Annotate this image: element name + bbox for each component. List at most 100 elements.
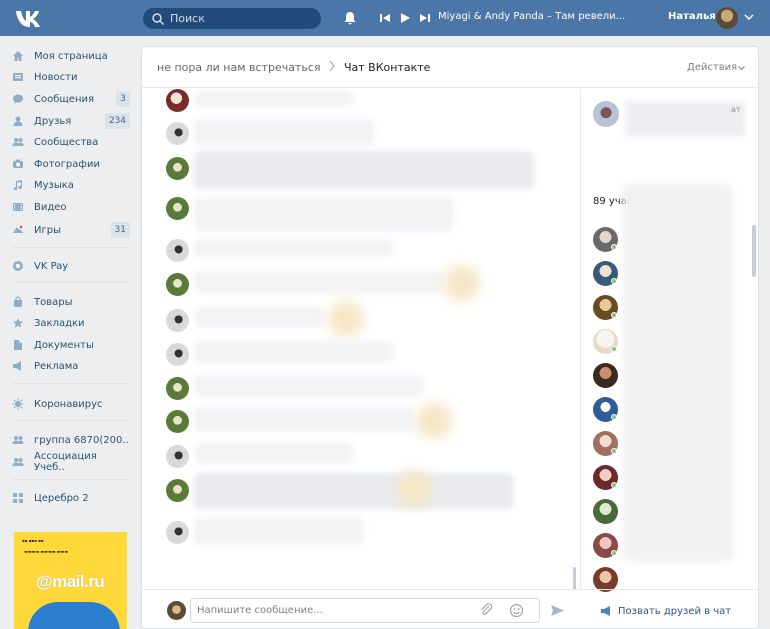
chevron-down-icon[interactable] <box>744 13 754 21</box>
vkpay-icon <box>13 261 23 271</box>
ad-slogan: ▬▬▬▬ ▬▬▬▬ ▬▬▬ <box>24 549 69 554</box>
chat-name-tail: ат <box>731 105 741 114</box>
online-indicator <box>611 550 617 556</box>
emoji-icon[interactable] <box>509 603 524 618</box>
sidebar-item-label: Коронавирус <box>34 398 103 410</box>
camera-icon <box>13 159 23 168</box>
sidebar-item-label: Документы <box>34 339 94 351</box>
online-indicator <box>611 346 617 352</box>
home-icon <box>13 51 23 61</box>
friends-icon <box>13 116 23 126</box>
video-icon <box>13 203 23 211</box>
sidebar-item-my-page[interactable]: Моя страница <box>12 47 130 65</box>
invite-friends-button[interactable]: Позвать друзей в чат <box>600 605 731 617</box>
message-avatar[interactable] <box>166 157 189 180</box>
blurred-message <box>194 443 354 463</box>
sidebar-item-communities[interactable]: Сообщества <box>12 133 130 151</box>
sidebar-divider <box>12 282 128 283</box>
chat-photo[interactable] <box>593 101 619 127</box>
games-count-badge: 31 <box>110 222 130 238</box>
sidebar-item-cerebro[interactable]: Церебро 2 <box>12 489 130 507</box>
friends-count-badge: 234 <box>104 113 130 129</box>
sidebar-item-vk-pay[interactable]: VK Pay <box>12 257 130 275</box>
message-avatar[interactable] <box>166 521 189 544</box>
member-avatar[interactable] <box>593 499 618 524</box>
actions-menu[interactable]: Действия <box>687 62 737 73</box>
user-name[interactable]: Наталья <box>668 11 716 22</box>
messages-icon <box>13 94 23 104</box>
now-playing-track[interactable]: Miyagi & Andy Panda – Там ревели... <box>438 11 625 22</box>
sidebar-item-news[interactable]: Новости <box>12 68 130 86</box>
sidebar-item-label: Ассоциация Учеб.. <box>34 451 97 473</box>
blurred-message <box>194 197 454 231</box>
sidebar-item-games[interactable]: Игры 31 <box>12 221 130 239</box>
communities-icon <box>12 138 24 146</box>
message-avatar[interactable] <box>166 239 189 262</box>
sidebar-item-music[interactable]: Музыка <box>12 176 130 194</box>
next-track-icon[interactable] <box>419 12 431 24</box>
online-indicator <box>611 278 617 284</box>
sidebar-item-association[interactable]: Ассоциация Учеб.. <box>12 451 130 473</box>
vk-logo-icon[interactable] <box>14 6 44 30</box>
notifications-bell-icon[interactable] <box>343 11 357 25</box>
message-avatar[interactable] <box>166 445 189 468</box>
sidebar-item-friends[interactable]: Друзья 234 <box>12 112 130 130</box>
sidebar-item-group-6870[interactable]: группа 6870(200.. <box>12 431 130 449</box>
breadcrumb-parent[interactable]: не пора ли нам встречаться <box>157 61 321 74</box>
message-avatar[interactable] <box>166 197 189 220</box>
play-icon[interactable] <box>399 12 411 24</box>
message-avatar[interactable] <box>166 309 189 332</box>
blurred-message <box>194 341 394 363</box>
shop-icon <box>14 296 22 307</box>
blurred-emoji <box>416 403 452 439</box>
blurred-message <box>194 407 414 431</box>
message-avatar[interactable] <box>166 273 189 296</box>
message-avatar[interactable] <box>166 377 189 400</box>
sidebar-item-label: Сообщества <box>34 136 99 148</box>
online-indicator <box>611 482 617 488</box>
sidebar-item-coronavirus[interactable]: Коронавирус <box>12 395 130 413</box>
sidebar-divider <box>12 247 128 248</box>
sidebar-item-label: Видео <box>34 201 67 213</box>
chevron-down-icon[interactable] <box>738 66 745 71</box>
message-history <box>142 89 580 589</box>
ad-brand: @mail.ru <box>36 572 105 591</box>
sidebar-item-goods[interactable]: Товары <box>12 293 130 311</box>
user-avatar[interactable] <box>716 7 738 29</box>
blurred-message <box>194 517 364 545</box>
sidebar-item-bookmarks[interactable]: Закладки <box>12 314 130 332</box>
send-icon[interactable] <box>550 603 565 618</box>
sidebar-item-ads[interactable]: Реклама <box>12 357 130 375</box>
message-avatar[interactable] <box>166 343 189 366</box>
blurred-emoji <box>444 265 480 301</box>
blurred-message <box>194 239 394 257</box>
games-icon <box>13 225 23 233</box>
member-avatar[interactable] <box>593 363 618 388</box>
megaphone-icon <box>601 606 610 616</box>
message-avatar[interactable] <box>166 122 189 145</box>
ad-banner[interactable]: ▪▪ ▪▪▪ ▪▪ ▬▬▬▬ ▬▬▬▬ ▬▬▬ @mail.ru <box>14 532 127 629</box>
sidebar-item-photos[interactable]: Фотографии <box>12 155 130 173</box>
sidebar-divider <box>12 479 128 480</box>
sidebar-item-video[interactable]: Видео <box>12 198 130 216</box>
sidebar-item-label: Церебро 2 <box>34 492 89 504</box>
sidebar-divider <box>12 383 128 384</box>
blurred-member-names <box>623 184 733 562</box>
history-scrollbar[interactable] <box>573 567 576 589</box>
sidebar-item-label: группа 6870(200.. <box>34 434 129 446</box>
sidebar-item-label: Фотографии <box>34 158 100 170</box>
sidebar-item-documents[interactable]: Документы <box>12 336 130 354</box>
message-avatar[interactable] <box>166 479 189 502</box>
group-icon <box>12 458 24 466</box>
message-avatar[interactable] <box>166 89 189 112</box>
blurred-message <box>194 307 324 327</box>
attach-icon[interactable] <box>479 603 493 617</box>
message-avatar[interactable] <box>166 410 189 433</box>
members-scrollbar[interactable] <box>752 225 756 277</box>
sidebar-item-messages[interactable]: Сообщения 3 <box>12 90 130 108</box>
search-input[interactable]: Поиск <box>143 8 321 29</box>
top-bar: Поиск Miyagi & Andy Panda – Там ревели..… <box>0 0 770 36</box>
previous-track-icon[interactable] <box>379 12 391 24</box>
blurred-message <box>194 91 354 107</box>
audio-player-controls <box>379 12 431 24</box>
